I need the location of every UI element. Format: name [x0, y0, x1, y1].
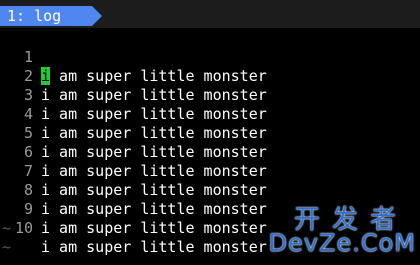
- tab-label: 1: log: [7, 7, 62, 25]
- buffer-line[interactable]: 3 i am super little monster: [0, 67, 420, 123]
- watermark: 开发者 DevZe.CoM: [258, 199, 416, 261]
- buffer-line[interactable]: 1 i am super little monster: [0, 29, 420, 85]
- watermark-bottom-text: DevZe.CoM: [268, 229, 416, 257]
- buffer-line[interactable]: 8 i am super little monster: [0, 162, 420, 218]
- buffer-line[interactable]: 2 i am super little monster: [0, 48, 420, 104]
- buffer-line[interactable]: 4 i am super little monster: [0, 86, 420, 142]
- buffer-line[interactable]: 5 i am super little monster: [0, 105, 420, 161]
- tab-log[interactable]: 1: log: [0, 6, 102, 26]
- buffer-line[interactable]: 9 i am super little monster: [0, 181, 420, 237]
- buffer-line[interactable]: 6 i am super little monster: [0, 124, 420, 180]
- buffer-line[interactable]: 7 i am super little monster: [0, 143, 420, 199]
- tabline: 1: log: [0, 0, 420, 28]
